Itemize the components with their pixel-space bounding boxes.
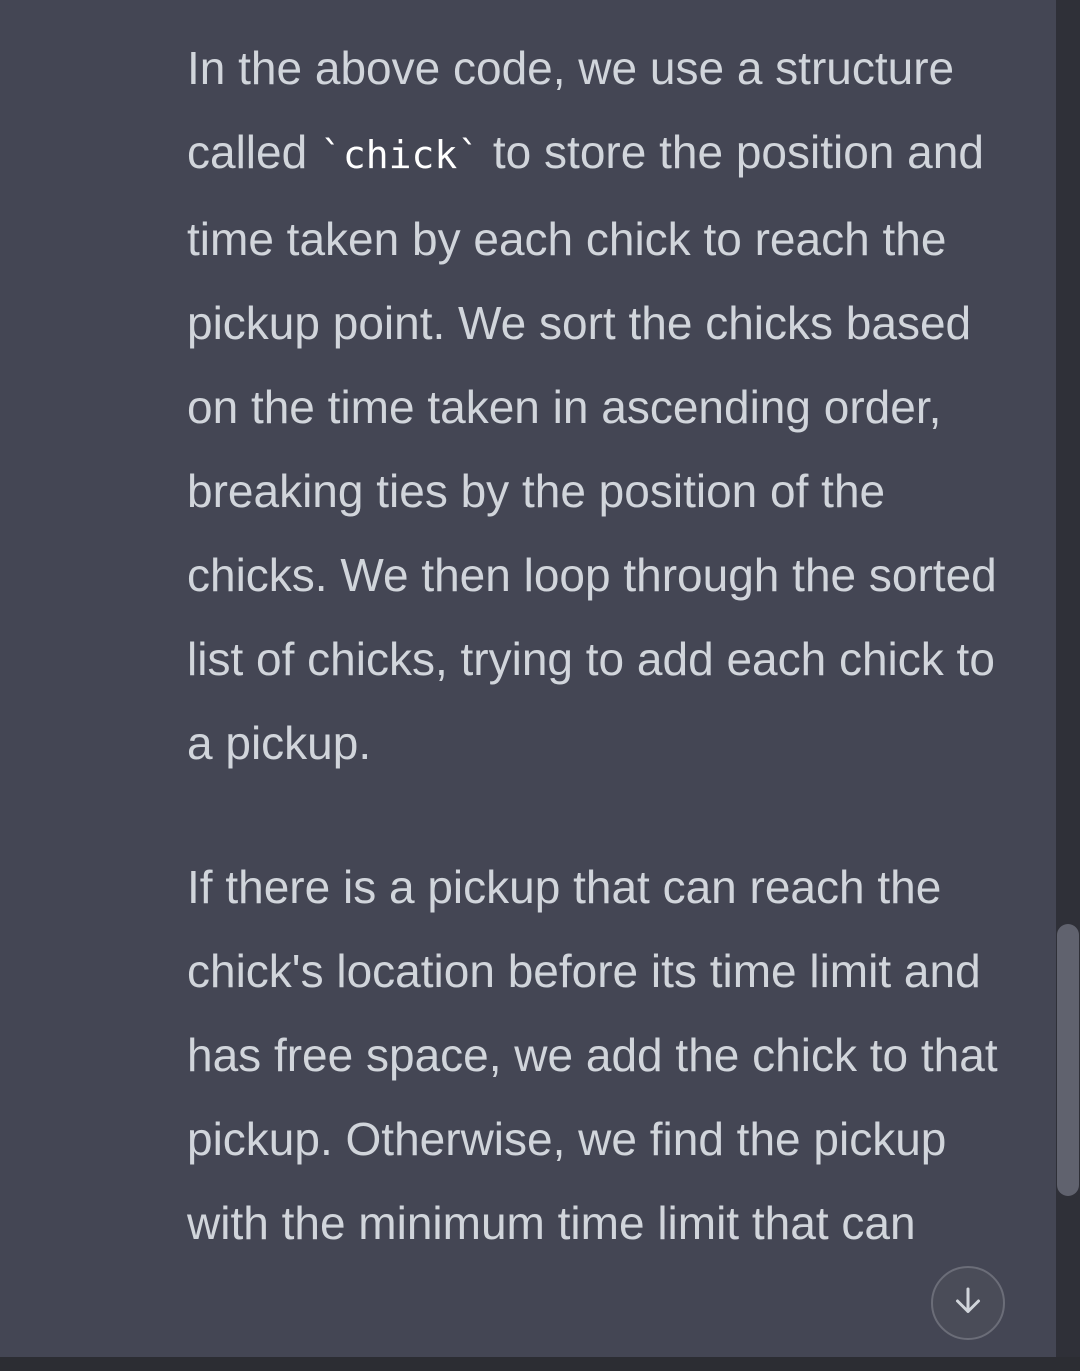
- paragraph-2: If there is a pickup that can reach the …: [187, 861, 998, 1249]
- chat-page: In the above code, we use a structure ca…: [0, 0, 1080, 1371]
- arrow-down-icon: [950, 1283, 986, 1324]
- inline-code: `chick`: [319, 133, 481, 177]
- scroll-to-bottom-button[interactable]: [931, 1266, 1005, 1340]
- assistant-message: In the above code, we use a structure ca…: [187, 26, 1007, 1265]
- scrollbar-thumb[interactable]: [1057, 924, 1079, 1196]
- bottom-divider: [0, 1357, 1080, 1371]
- paragraph-1-text-b: to store the position and time taken by …: [187, 126, 997, 769]
- paragraph-1: In the above code, we use a structure ca…: [187, 26, 1007, 785]
